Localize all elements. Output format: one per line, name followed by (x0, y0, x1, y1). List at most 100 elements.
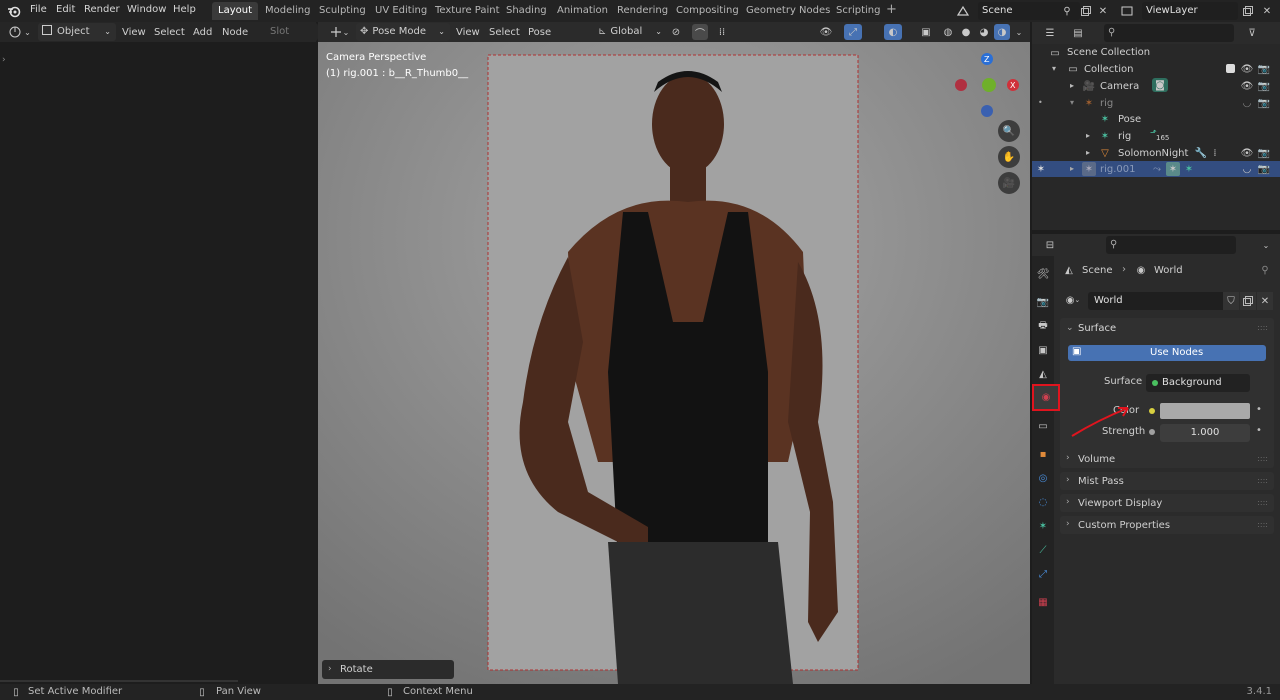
outliner[interactable]: ☰ ▤ ⚲ ⊽ ▭ Scene Collection ▾ ▭ Collectio… (1032, 22, 1280, 230)
constraints-tab-icon[interactable]: ◌ (1035, 494, 1051, 510)
blender-logo-icon[interactable] (6, 3, 22, 19)
menu-file[interactable]: File (30, 4, 47, 15)
bone-constraint-tab-icon[interactable]: ⤢ (1035, 566, 1051, 582)
rig001-constraint-icon[interactable]: ⤳ (1150, 162, 1164, 176)
properties-options-icon[interactable]: ⌄ (1258, 237, 1274, 253)
rig001-data-icon[interactable]: ✶ (1166, 162, 1180, 176)
world-browse-icon[interactable]: ◉ ⌄ (1062, 292, 1084, 308)
outliner-item-solomonnight[interactable]: SolomonNight (1118, 148, 1188, 159)
rig001-pose-icon[interactable]: ✶ (1182, 162, 1196, 176)
collection-render-icon[interactable]: 📷 (1257, 62, 1271, 76)
collection-label[interactable]: Collection (1084, 64, 1133, 75)
breadcrumb-scene[interactable]: Scene (1082, 265, 1113, 276)
close-viewlayer-icon[interactable]: ✕ (1260, 3, 1274, 19)
mesh-expand-icon[interactable]: ▸ (1086, 148, 1090, 157)
pan-hand-icon[interactable]: ✋ (998, 146, 1020, 168)
object-type-dropdown[interactable]: Object ⌄ (38, 23, 116, 41)
pivot-point-icon[interactable]: ⊘ (664, 24, 688, 40)
strength-socket-icon[interactable] (1146, 424, 1158, 440)
menu-window[interactable]: Window (127, 4, 166, 15)
mode-dropdown[interactable]: ✥ Pose Mode ⌄ (356, 23, 450, 41)
shader-editor[interactable]: ⌄ Object ⌄ View Select Add Node Slot › (0, 22, 318, 684)
collection-checkbox[interactable] (1226, 64, 1235, 73)
shading-wireframe-icon[interactable]: ◍ (940, 24, 956, 40)
fake-user-icon[interactable]: ⛉ (1223, 292, 1239, 310)
shading-solid-icon[interactable]: ● (958, 24, 974, 40)
snap-icon[interactable]: ⌒ (692, 24, 708, 40)
volume-section[interactable]: › Volume :::: (1060, 450, 1274, 468)
camera-eye-icon[interactable]: 👁 (1240, 79, 1254, 93)
viewlayer-field[interactable]: ViewLayer (1142, 2, 1238, 20)
collection-eye-icon[interactable]: 👁 (1240, 62, 1254, 76)
close-scene-icon[interactable]: ✕ (1096, 3, 1110, 19)
editor-type-icon[interactable]: ⌄ (6, 24, 34, 40)
shader-menu-node[interactable]: Node (222, 27, 248, 38)
visibility-icon[interactable]: 👁 (814, 24, 838, 40)
solomonnight-eye-icon[interactable]: 👁 (1240, 146, 1254, 160)
scene-icon[interactable] (952, 2, 974, 20)
viewport-menu-pose[interactable]: Pose (528, 27, 551, 38)
shading-options-icon[interactable]: ⌄ (1012, 24, 1026, 40)
vertex-groups-icon[interactable]: ⁞ (1208, 146, 1222, 160)
surface-collapse-icon[interactable]: ⌄ (1066, 323, 1074, 333)
outliner-editor-type-icon[interactable]: ☰ (1038, 25, 1062, 41)
outliner-item-rig-data[interactable]: rig (1118, 131, 1131, 142)
overlays-icon[interactable]: ◐ (884, 24, 902, 40)
tab-modeling[interactable]: Modeling (259, 2, 317, 20)
scene-tab-icon[interactable]: ◭ (1035, 366, 1051, 382)
camera-data-icon[interactable]: ◙ (1152, 78, 1168, 92)
unlink-world-icon[interactable]: ✕ (1257, 292, 1273, 310)
use-nodes-button[interactable]: ▣ Use Nodes (1068, 345, 1266, 361)
pin-icon[interactable]: ⚲ (1060, 3, 1074, 19)
rig001-hidden-icon[interactable]: ◡ (1240, 162, 1254, 176)
bone-tab-icon[interactable]: ⟋ (1035, 542, 1051, 558)
rig-render-icon[interactable]: 📷 (1257, 96, 1271, 110)
solomonnight-render-icon[interactable]: 📷 (1257, 146, 1271, 160)
scene-collection-label[interactable]: Scene Collection (1067, 47, 1150, 58)
shading-rendered-icon[interactable]: ◑ (994, 24, 1010, 40)
rig001-expand-icon[interactable]: ▸ (1070, 164, 1074, 173)
tab-animation[interactable]: Animation (551, 2, 614, 20)
view-layer-tab-icon[interactable]: ▣ (1035, 342, 1051, 358)
outliner-item-rig[interactable]: rig (1100, 98, 1113, 109)
physics-tab-icon[interactable]: ◎ (1035, 470, 1051, 486)
surface-shader-field[interactable]: Background (1146, 374, 1250, 392)
shading-material-icon[interactable]: ◕ (976, 24, 992, 40)
properties-pin-icon[interactable]: ⚲ (1258, 263, 1272, 277)
tab-uv-editing[interactable]: UV Editing (369, 2, 433, 20)
properties-editor-type-icon[interactable]: ⊟ (1038, 237, 1062, 253)
tab-geometry-nodes[interactable]: Geometry Nodes (740, 2, 836, 20)
output-tab-icon[interactable]: 🖶 (1035, 318, 1051, 334)
strength-field[interactable]: 1.000 (1160, 424, 1250, 442)
collection-tab-icon[interactable]: ▭ (1035, 418, 1051, 434)
tab-compositing[interactable]: Compositing (670, 2, 745, 20)
modifier-icon[interactable]: 🔧 (1194, 146, 1208, 160)
viewlayer-icon[interactable] (1116, 2, 1138, 20)
armature-data-tab-icon[interactable]: ✶ (1035, 518, 1051, 534)
last-operator-panel[interactable]: › Rotate (322, 660, 454, 679)
world-name-field[interactable]: World (1088, 292, 1226, 310)
viewport-menu-select[interactable]: Select (489, 27, 520, 38)
breadcrumb-world[interactable]: World (1154, 265, 1183, 276)
custom-properties-section[interactable]: › Custom Properties :::: (1060, 516, 1274, 534)
rig-data-expand-icon[interactable]: ▸ (1086, 131, 1090, 140)
tab-sculpting[interactable]: Sculpting (313, 2, 372, 20)
tab-texture-paint[interactable]: Texture Paint (429, 2, 506, 20)
viewport-display-section[interactable]: › Viewport Display :::: (1060, 494, 1274, 512)
texture-tab-icon[interactable]: ▦ (1035, 594, 1051, 610)
rig001-render-icon[interactable]: 📷 (1257, 162, 1271, 176)
color-keyframe-icon[interactable]: • (1256, 404, 1262, 415)
navigation-gizmo[interactable]: Z X (948, 50, 1028, 120)
outliner-item-pose[interactable]: Pose (1118, 114, 1141, 125)
copy-scene-icon[interactable] (1079, 3, 1093, 19)
world-color-swatch[interactable] (1160, 403, 1250, 419)
mist-pass-section[interactable]: › Mist Pass :::: (1060, 472, 1274, 490)
horizontal-scrollbar[interactable] (0, 680, 238, 682)
surface-section-title[interactable]: Surface (1078, 323, 1116, 334)
shader-menu-add[interactable]: Add (193, 27, 212, 38)
world-tab-highlight[interactable]: ◉ (1032, 384, 1060, 411)
gizmo-toggle-icon[interactable]: ⤢ (844, 24, 862, 40)
strength-keyframe-icon[interactable]: • (1256, 425, 1262, 436)
snap-target-icon[interactable]: ⁞⁞ (710, 24, 734, 40)
properties-search-input[interactable]: ⚲ (1106, 236, 1236, 254)
